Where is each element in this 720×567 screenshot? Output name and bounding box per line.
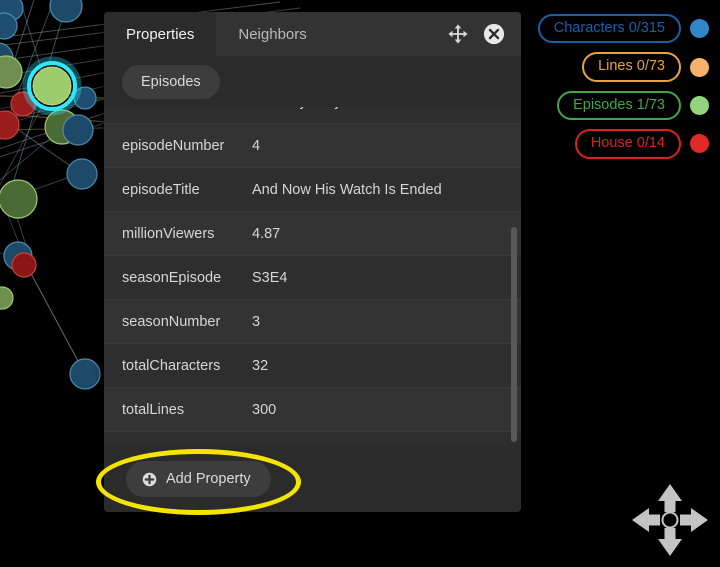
- property-key: seasonEpisode: [104, 270, 252, 286]
- table-row[interactable]: episodeTitle And Now His Watch Is Ended: [104, 168, 521, 212]
- property-value: 3: [252, 314, 521, 330]
- graph-node[interactable]: [67, 159, 97, 189]
- legend-dot-lines: [690, 58, 709, 77]
- table-row[interactable]: episodeNumber 4: [104, 124, 521, 168]
- legend-dot-characters: [690, 19, 709, 38]
- app-root: Properties Neighbors Episodes: [0, 0, 720, 567]
- property-value: 4.87: [252, 226, 521, 242]
- entity-type-chip-row: Episodes: [104, 56, 521, 107]
- graph-node[interactable]: [0, 180, 37, 218]
- property-key: episodeNumber: [104, 138, 252, 154]
- table-row[interactable]: seasonEpisode S3E4: [104, 256, 521, 300]
- graph-node[interactable]: [70, 359, 100, 389]
- legend-pill-episodes[interactable]: Episodes 1/73: [557, 91, 681, 120]
- table-row[interactable]: episodeDescription Daenerys buys the Uns…: [104, 107, 521, 124]
- property-value: S3E4: [252, 270, 521, 286]
- panel-tabbar: Properties Neighbors: [104, 12, 521, 56]
- table-row[interactable]: totalLines 300: [104, 388, 521, 432]
- property-value: 4: [252, 138, 521, 154]
- panel-body: Episodes episodeDescription Daenerys buy…: [104, 56, 521, 512]
- tab-neighbors-label: Neighbors: [238, 26, 306, 43]
- pan-down-arrow[interactable]: [658, 528, 682, 556]
- legend-row-episodes: Episodes 1/73: [529, 91, 709, 120]
- property-key: totalLines: [104, 402, 252, 418]
- property-key: millionViewers: [104, 226, 252, 242]
- vertical-scrollbar-thumb[interactable]: [511, 227, 517, 442]
- table-row[interactable]: seasonNumber 3: [104, 300, 521, 344]
- legend-row-house: House 0/14: [529, 129, 709, 158]
- property-key: seasonNumber: [104, 314, 252, 330]
- legend-pill-lines[interactable]: Lines 0/73: [582, 52, 681, 81]
- panel-header-icons: [447, 12, 521, 56]
- entity-type-chip[interactable]: Episodes: [122, 65, 220, 99]
- pan-controls: [630, 482, 710, 558]
- table-row[interactable]: millionViewers 4.87: [104, 212, 521, 256]
- pan-reset-circle[interactable]: [663, 513, 678, 528]
- add-property-button[interactable]: Add Property: [126, 461, 271, 497]
- graph-node[interactable]: [12, 253, 36, 277]
- properties-table: episodeDescription Daenerys buys the Uns…: [104, 107, 521, 432]
- legend-dot-house: [690, 134, 709, 153]
- move-icon[interactable]: [447, 23, 469, 45]
- panel-footer: Add Property: [104, 446, 521, 512]
- pan-right-arrow[interactable]: [680, 508, 708, 532]
- property-key: episodeTitle: [104, 182, 252, 198]
- properties-panel: Properties Neighbors Episodes: [104, 12, 521, 512]
- property-key: totalCharacters: [104, 358, 252, 374]
- properties-scroll-area[interactable]: episodeDescription Daenerys buys the Uns…: [104, 107, 521, 446]
- table-row[interactable]: totalCharacters 32: [104, 344, 521, 388]
- tab-neighbors[interactable]: Neighbors: [216, 12, 328, 56]
- plus-circle-icon: [142, 472, 157, 487]
- add-property-label: Add Property: [166, 471, 251, 487]
- close-icon[interactable]: [483, 23, 505, 45]
- tab-properties[interactable]: Properties: [104, 12, 216, 56]
- legend-pill-characters[interactable]: Characters 0/315: [538, 14, 681, 43]
- legend-row-characters: Characters 0/315: [529, 14, 709, 43]
- legend-dot-episodes: [690, 96, 709, 115]
- legend-row-lines: Lines 0/73: [529, 52, 709, 81]
- pan-left-arrow[interactable]: [632, 508, 660, 532]
- graph-node[interactable]: [63, 115, 93, 145]
- property-value: And Now His Watch Is Ended: [252, 182, 521, 198]
- property-value: 32: [252, 358, 521, 374]
- legend-pill-house[interactable]: House 0/14: [575, 129, 681, 158]
- property-value: Daenerys buys the Unsullied.: [252, 107, 521, 110]
- pan-up-arrow[interactable]: [658, 484, 682, 512]
- legend-filters: Characters 0/315 Lines 0/73 Episodes 1/7…: [529, 14, 709, 168]
- tab-properties-label: Properties: [126, 26, 194, 43]
- graph-node-selected[interactable]: [33, 67, 71, 105]
- property-value: 300: [252, 402, 521, 418]
